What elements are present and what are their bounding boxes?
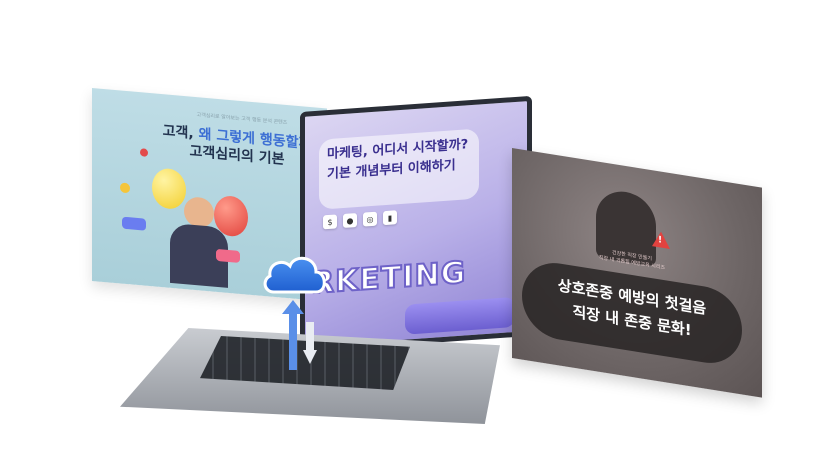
speech-bubble-icon	[216, 248, 240, 263]
smile-emoji-icon	[120, 182, 130, 194]
cloud-upload-icon	[263, 256, 326, 294]
warning-mark: !	[658, 235, 663, 246]
chat-bubble-icon	[122, 216, 146, 231]
bar-chart-icon: ▮	[383, 210, 397, 226]
marketing-word: RKETING	[310, 254, 467, 302]
left-slide-title: 고객, 왜 그렇게 행동할까 고객심리의 기본	[152, 121, 322, 172]
screen-pedestal	[405, 296, 515, 335]
heart-emoji-icon	[140, 148, 148, 157]
download-arrow-icon	[303, 322, 317, 364]
people-icon: ●	[343, 213, 357, 228]
upload-arrow-icon	[282, 300, 304, 370]
target-icon: ◎	[363, 211, 377, 227]
left-title-line1a: 고객,	[162, 123, 199, 143]
product-mockup-stage: 고객심리로 알아보는 고객 행동 분석 콘텐츠 고객, 왜 그렇게 행동할까 고…	[0, 0, 813, 470]
yellow-balloon-icon	[152, 167, 186, 211]
money-icon: $	[323, 214, 337, 230]
laptop-screen: 마케팅, 어디서 시작할까? 기본 개념부터 이해하기 $ ● ◎ ▮ RKET…	[300, 95, 532, 352]
screen-icon-row: $ ● ◎ ▮	[323, 210, 397, 230]
right-slide-card: ! 건강한 직장 만들기 직장 내 괴롭힘 예방교육 시리즈 상호존중 예방의 …	[512, 148, 762, 398]
